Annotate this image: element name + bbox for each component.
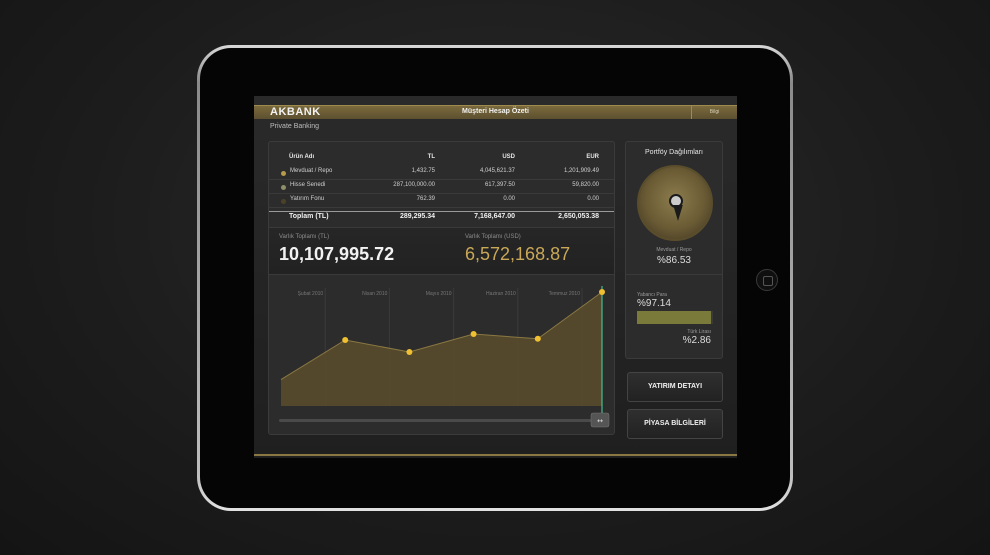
app-screen: AKBANK Müşteri Hesap Özeti Bilgi Private… <box>254 96 737 458</box>
divider <box>626 274 722 275</box>
investment-detail-button[interactable]: YATIRIM DETAYI <box>627 372 723 402</box>
header-product: Ürün Adı <box>289 154 315 160</box>
slider-arrows-icon: ↔ <box>597 417 603 425</box>
chart-point <box>406 349 413 355</box>
row-tl: 287,100,000.00 <box>393 182 435 188</box>
top-bar: AKBANK Müşteri Hesap Özeti Bilgi <box>254 105 737 119</box>
header-eur: EUR <box>586 154 599 160</box>
row-color-dot <box>281 185 286 190</box>
chart-x-label: Nisan 2010 <box>362 291 388 297</box>
table-row[interactable]: Hisse Senedi 287,100,000.00 617,397.50 5… <box>269 182 614 194</box>
row-color-dot <box>281 171 286 176</box>
total-tl: 289,295.34 <box>399 213 435 220</box>
row-eur: 1,201,909.49 <box>563 168 599 174</box>
row-tl: 762.39 <box>416 196 435 202</box>
chart-x-label: Haziran 2010 <box>486 291 516 297</box>
subbrand: Private Banking <box>270 123 320 130</box>
chart-point <box>470 331 477 337</box>
pie-label: Mevduat / Repo <box>656 247 692 253</box>
total-label: Toplam (TL) <box>289 213 329 220</box>
portfolio-panel: Portföy Dağılımları Mevduat / Repo %86.5… <box>625 141 723 359</box>
row-eur: 0.00 <box>587 196 599 202</box>
row-usd: 617,397.50 <box>484 182 515 188</box>
header-usd: USD <box>502 154 515 160</box>
header-tl: TL <box>427 154 435 160</box>
row-usd: 0.00 <box>503 196 515 202</box>
total-tl-label: Varlık Toplamı (TL) <box>279 234 330 240</box>
row-name: Hisse Senedi <box>290 182 326 188</box>
asset-totals: Varlık Toplamı (TL) 10,107,995.72 Varlık… <box>269 227 614 275</box>
total-usd-value: 6,572,168.87 <box>465 244 571 264</box>
table-row[interactable]: Mevduat / Repo 1,432.75 4,045,621.37 1,2… <box>269 168 614 180</box>
table-total-row: Toplam (TL) 289,295.34 7,168,647.00 2,65… <box>269 211 614 223</box>
row-name: Yatırım Fonu <box>290 196 325 202</box>
total-tl-value: 10,107,995.72 <box>279 244 395 264</box>
home-button[interactable] <box>756 269 778 291</box>
pie-chart[interactable] <box>637 165 713 241</box>
chart-point <box>534 335 541 342</box>
bottom-accent-line <box>254 454 737 456</box>
chart-x-label: Şubat 2010 <box>298 291 324 297</box>
chart-area-fill <box>281 292 602 406</box>
chart-x-label: Temmuz 2010 <box>549 291 581 297</box>
area-chart[interactable]: Şubat 2010 Nisan 2010 Mayıs 2010 Haziran 20… <box>269 278 614 433</box>
currency-bar-fill <box>637 311 711 324</box>
row-color-dot <box>281 199 286 204</box>
chart-x-label: Mayıs 2010 <box>426 291 452 297</box>
row-tl: 1,432.75 <box>411 168 435 174</box>
total-usd: 7,168,647.00 <box>474 213 515 220</box>
page-title: Müşteri Hesap Özeti <box>462 108 529 115</box>
portfolio-title: Portföy Dağılımları <box>645 149 703 156</box>
info-button[interactable]: Bilgi <box>691 106 737 119</box>
total-eur: 2,650,053.38 <box>558 213 599 220</box>
row-eur: 59,820.00 <box>572 182 599 188</box>
pie-value: %86.53 <box>657 255 691 266</box>
total-usd-label: Varlık Toplamı (USD) <box>465 234 521 240</box>
tl-value: %2.86 <box>682 335 711 346</box>
chart-point <box>599 289 605 295</box>
table-header: Ürün Adı TL USD EUR <box>269 154 614 166</box>
account-summary-panel: Ürün Adı TL USD EUR Mevduat / Repo 1,432… <box>268 141 615 435</box>
currency-bar <box>637 311 713 324</box>
market-info-button[interactable]: PİYASA BİLGİLERİ <box>627 409 723 439</box>
foreign-value: %97.14 <box>637 298 671 309</box>
row-name: Mevduat / Repo <box>290 168 333 174</box>
chart-slider-track <box>279 419 594 422</box>
chart-svg: Şubat 2010 Nisan 2010 Mayıs 2010 Haziran 20… <box>279 286 610 428</box>
row-usd: 4,045,621.37 <box>479 168 515 174</box>
table-row[interactable]: Yatırım Fonu 762.39 0.00 0.00 <box>269 196 614 208</box>
chart-point <box>342 337 349 343</box>
